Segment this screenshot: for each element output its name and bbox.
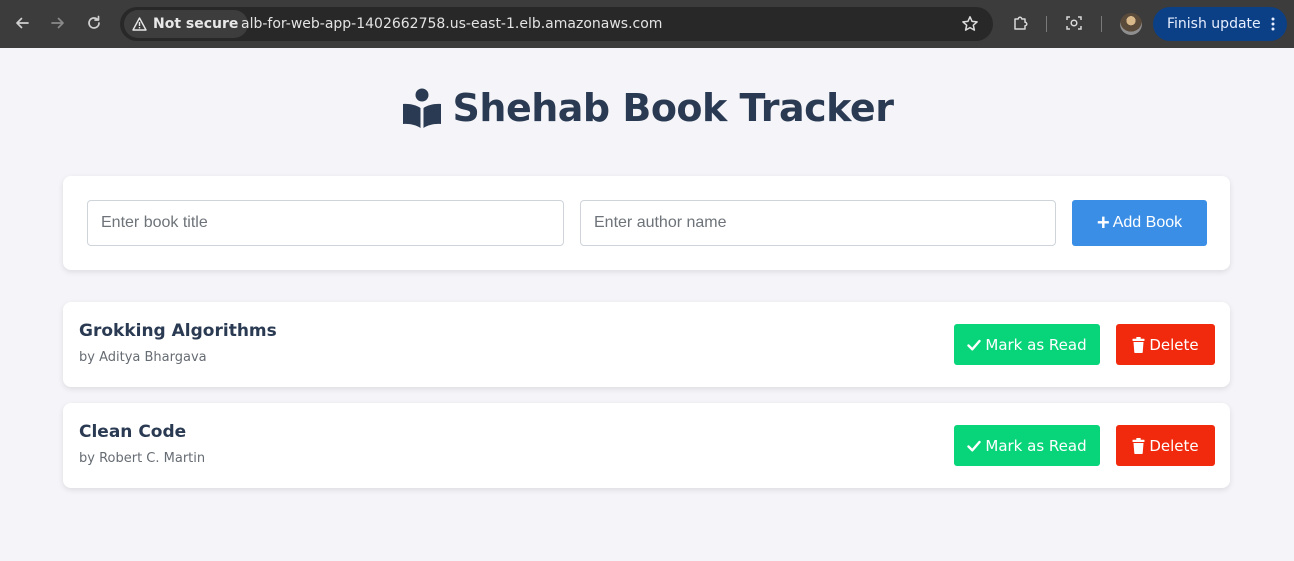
security-label: Not secure [153, 16, 239, 32]
mark-as-read-label: Mark as Read [985, 436, 1087, 455]
add-book-form: + Add Book [63, 176, 1230, 270]
star-icon[interactable] [961, 15, 979, 33]
screenshot-button[interactable] [1063, 12, 1085, 34]
trash-icon [1132, 336, 1145, 353]
book-reader-icon [402, 88, 441, 128]
browser-toolbar: Not secure alb-for-web-app-1402662758.us… [0, 0, 1294, 48]
page-header: Shehab Book Tracker [0, 86, 1294, 130]
plus-icon: + [1096, 210, 1110, 235]
extensions-icon [1014, 16, 1028, 30]
book-title: Grokking Algorithms [79, 321, 277, 341]
delete-label: Delete [1149, 335, 1199, 354]
book-author: by Robert C. Martin [79, 451, 206, 466]
forward-arrow-icon [51, 17, 64, 29]
author-name-input[interactable] [580, 200, 1056, 246]
check-icon [967, 339, 982, 351]
trash-icon [1132, 437, 1145, 454]
delete-button[interactable]: Delete [1116, 425, 1215, 466]
extensions-button[interactable] [1010, 12, 1032, 34]
toolbar-divider [1101, 16, 1102, 32]
profile-avatar[interactable] [1120, 13, 1142, 35]
toolbar-divider [1046, 16, 1047, 32]
back-button[interactable] [8, 9, 36, 37]
warning-triangle-icon [132, 17, 147, 31]
delete-label: Delete [1149, 436, 1199, 455]
url-text[interactable]: alb-for-web-app-1402662758.us-east-1.elb… [241, 7, 662, 41]
finish-update-button[interactable]: Finish update [1153, 7, 1287, 41]
check-icon [967, 440, 982, 452]
book-item: Grokking Algorithms by Aditya Bhargava M… [63, 302, 1230, 387]
mark-as-read-button[interactable]: Mark as Read [954, 425, 1100, 466]
finish-update-label: Finish update [1167, 16, 1261, 32]
reload-icon [88, 15, 100, 29]
page-title: Shehab Book Tracker [452, 86, 894, 130]
screenshot-icon [1066, 16, 1082, 30]
back-arrow-icon [16, 17, 29, 29]
mark-as-read-label: Mark as Read [985, 335, 1087, 354]
book-title: Clean Code [79, 422, 187, 442]
address-bar[interactable]: Not secure alb-for-web-app-1402662758.us… [120, 7, 993, 41]
mark-as-read-button[interactable]: Mark as Read [954, 324, 1100, 365]
book-title-input[interactable] [87, 200, 564, 246]
book-item: Clean Code by Robert C. Martin Mark as R… [63, 403, 1230, 488]
add-book-label: Add Book [1112, 214, 1183, 231]
reload-button[interactable] [80, 9, 108, 37]
add-book-button[interactable]: + Add Book [1072, 200, 1207, 246]
security-indicator[interactable]: Not secure [124, 10, 249, 38]
book-author: by Aditya Bhargava [79, 350, 207, 365]
forward-button[interactable] [44, 9, 72, 37]
delete-button[interactable]: Delete [1116, 324, 1215, 365]
more-vert-icon [1271, 17, 1275, 31]
